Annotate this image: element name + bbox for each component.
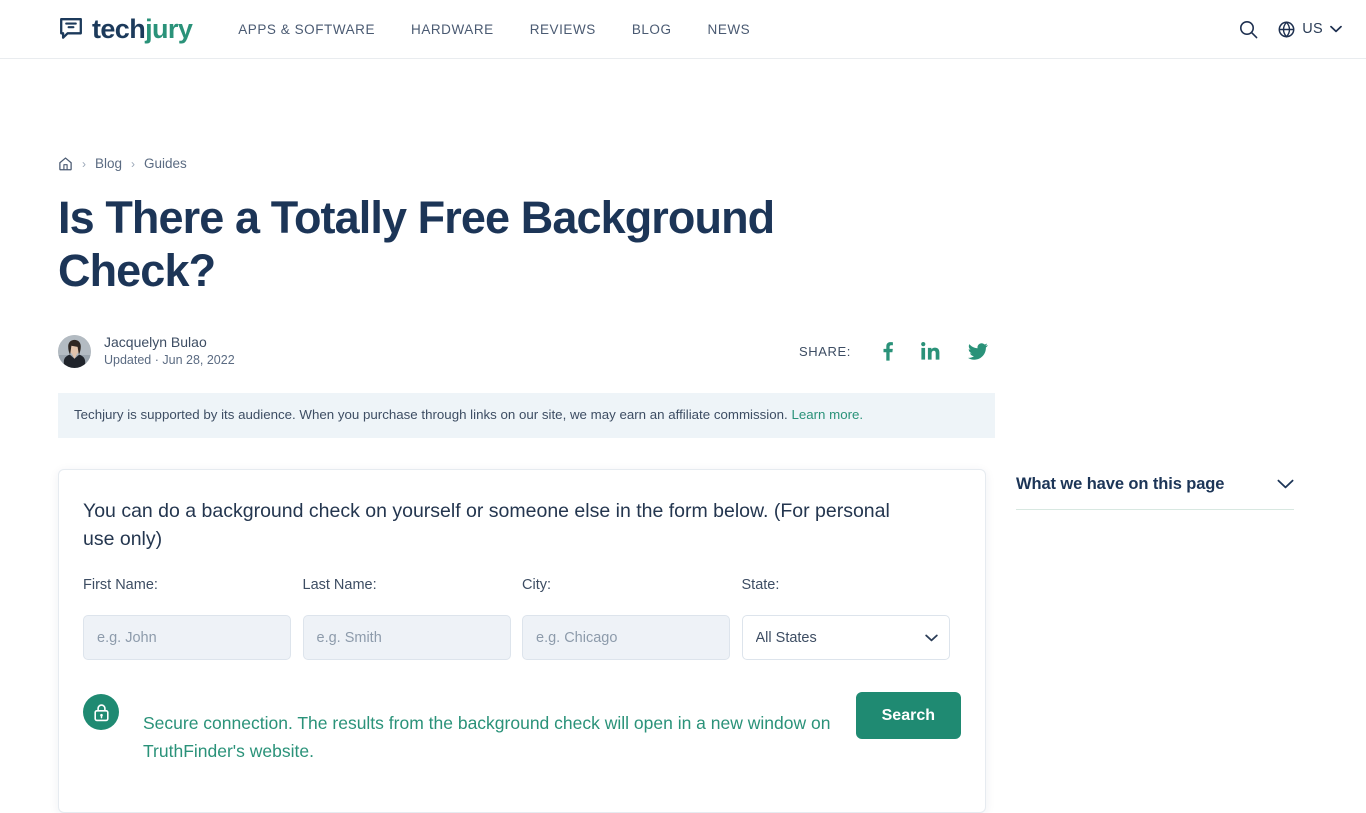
share-label: SHARE: <box>798 343 851 359</box>
chevron-down-icon <box>1277 479 1294 489</box>
affiliate-disclaimer: Techjury is supported by its audience. W… <box>58 392 995 438</box>
field-last-name: Last Name: <box>302 577 523 661</box>
sidebar: What we have on this page <box>1016 469 1294 510</box>
state-label: State: <box>741 577 780 594</box>
table-of-contents-toggle[interactable]: What we have on this page <box>1016 475 1294 510</box>
author-name: Jacquelyn Bulao <box>104 334 207 351</box>
lock-icon <box>83 694 119 731</box>
header-actions: US <box>1239 20 1342 39</box>
background-check-form-card: You can do a background check on yoursel… <box>58 468 986 813</box>
nav-item-hardware[interactable]: HARDWARE <box>411 22 494 37</box>
facebook-icon[interactable] <box>883 341 893 361</box>
page-container: › Blog › Guides Is There a Totally Free … <box>0 59 1366 813</box>
linkedin-icon[interactable] <box>921 342 940 360</box>
state-select[interactable]: All States <box>741 615 950 661</box>
last-name-input[interactable] <box>302 615 511 661</box>
form-fields: First Name: Last Name: City: State: <box>83 577 962 661</box>
author-updated-date: Updated · Jun 28, 2022 <box>104 353 235 368</box>
breadcrumb: › Blog › Guides <box>58 59 1308 171</box>
breadcrumb-separator: › <box>131 156 136 171</box>
chat-bubble-icon <box>58 16 84 42</box>
chevron-down-icon <box>1330 25 1342 33</box>
first-name-input[interactable] <box>83 615 291 661</box>
breadcrumb-home-link[interactable] <box>58 156 73 171</box>
main-navigation: APPS & SOFTWARE HARDWARE REVIEWS BLOG NE… <box>238 22 750 37</box>
nav-item-reviews[interactable]: REVIEWS <box>530 22 596 37</box>
field-state: State: All States <box>741 577 962 661</box>
nav-item-news[interactable]: NEWS <box>708 22 751 37</box>
author-meta: Jacquelyn Bulao Updated · Jun 28, 2022 <box>104 333 235 369</box>
search-icon[interactable] <box>1239 20 1258 39</box>
page-title: Is There a Totally Free Background Check… <box>58 192 775 297</box>
disclaimer-text: Techjury is supported by its audience. W… <box>74 406 788 422</box>
share-bar: SHARE: <box>798 341 988 361</box>
globe-icon <box>1278 20 1295 38</box>
logo-text-primary: tech <box>92 13 146 44</box>
content-wrapper: › Blog › Guides Is There a Totally Free … <box>58 59 1308 813</box>
main-row: You can do a background check on yoursel… <box>58 468 1308 813</box>
secure-connection-text: Secure connection. The results from the … <box>143 712 831 761</box>
nav-item-apps-software[interactable]: APPS & SOFTWARE <box>238 22 375 37</box>
table-of-contents-title: What we have on this page <box>1016 474 1225 493</box>
nav-item-blog[interactable]: BLOG <box>632 22 672 37</box>
last-name-label: Last Name: <box>302 577 377 594</box>
first-name-label: First Name: <box>83 577 158 594</box>
field-city: City: <box>522 577 742 661</box>
site-logo[interactable]: techjury <box>58 13 193 44</box>
twitter-icon[interactable] <box>968 342 988 360</box>
city-input[interactable] <box>522 615 730 661</box>
home-icon <box>58 156 73 171</box>
locale-switcher[interactable]: US <box>1278 20 1342 38</box>
breadcrumb-item-guides[interactable]: Guides <box>144 156 187 171</box>
city-label: City: <box>522 577 551 594</box>
breadcrumb-separator: › <box>82 156 86 171</box>
breadcrumb-item-blog[interactable]: Blog <box>95 156 122 171</box>
search-button[interactable]: Search <box>855 692 961 740</box>
logo-wordmark: techjury <box>92 13 193 44</box>
form-heading: You can do a background check on yoursel… <box>83 499 890 550</box>
site-header: techjury APPS & SOFTWARE HARDWARE REVIEW… <box>0 0 1366 59</box>
learn-more-link[interactable]: Learn more. <box>791 407 863 422</box>
secure-connection-row: Secure connection. The results from the … <box>83 691 961 782</box>
byline-row: Jacquelyn Bulao Updated · Jun 28, 2022 S… <box>58 333 988 369</box>
field-first-name: First Name: <box>83 577 303 661</box>
state-select-wrapper: All States <box>741 615 950 661</box>
logo-text-accent: jury <box>145 13 193 44</box>
avatar <box>58 334 91 368</box>
locale-label: US <box>1302 21 1323 37</box>
author-block[interactable]: Jacquelyn Bulao Updated · Jun 28, 2022 <box>58 333 235 369</box>
